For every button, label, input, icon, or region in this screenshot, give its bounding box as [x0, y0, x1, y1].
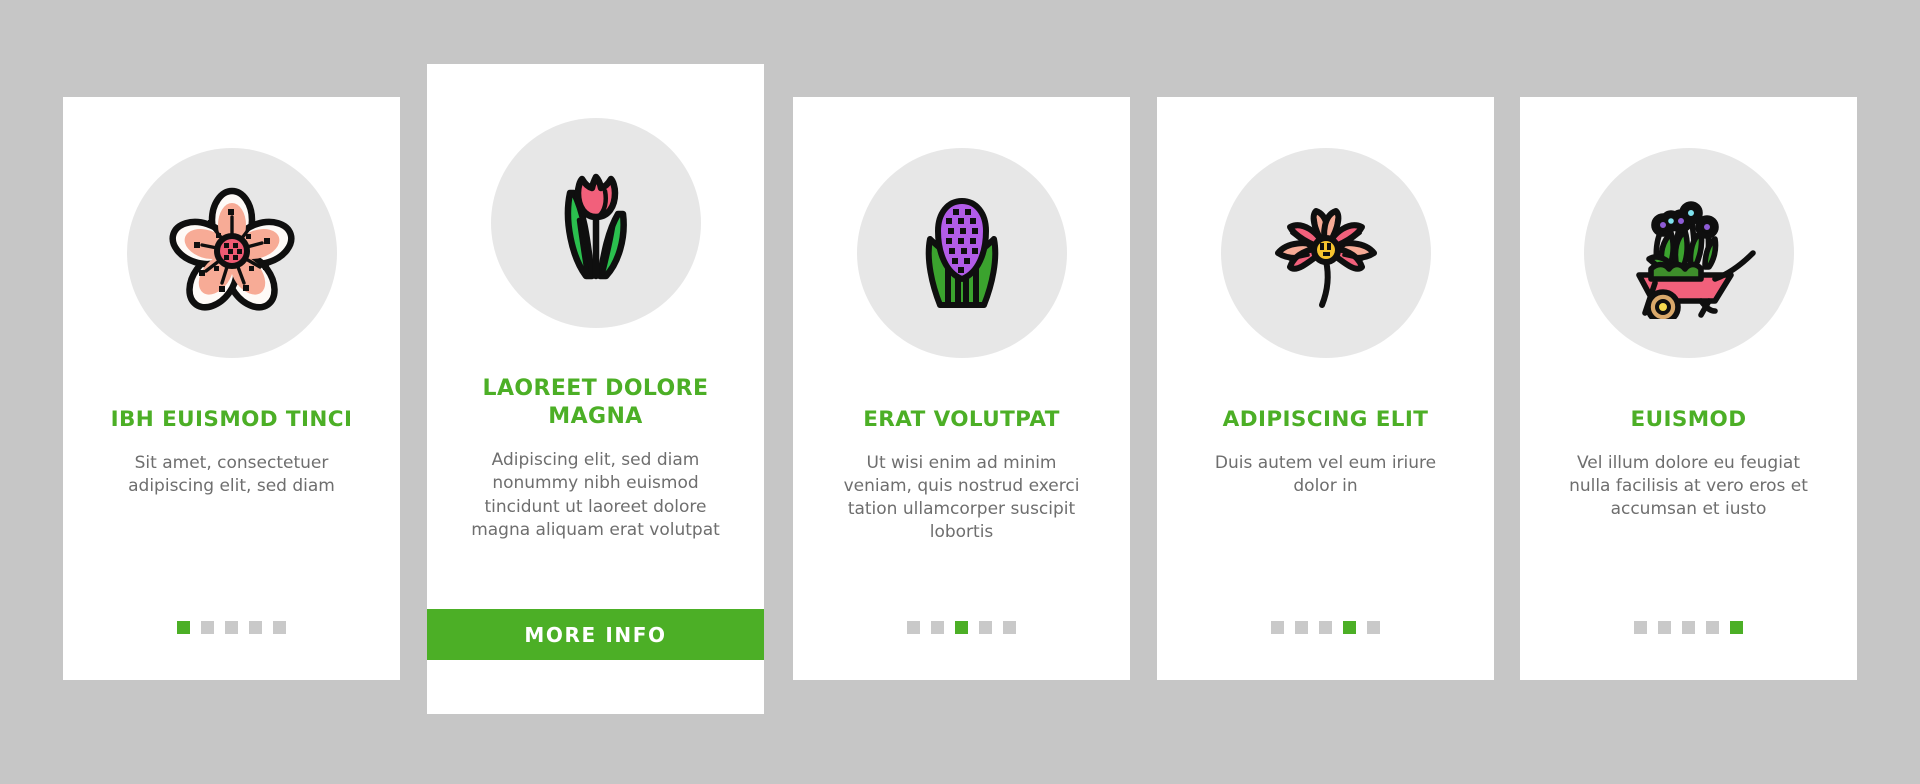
- icon-circle-2: [490, 118, 701, 328]
- card-title: EUISMOD: [1630, 407, 1747, 432]
- pagination-dot[interactable]: [979, 621, 992, 634]
- pagination-dot[interactable]: [249, 621, 262, 634]
- pagination-dot[interactable]: [273, 621, 286, 634]
- pagination-dot[interactable]: [907, 621, 920, 634]
- pagination-dot[interactable]: [1682, 621, 1695, 634]
- card-body: Sit amet, consectetuer adipiscing elit, …: [128, 452, 335, 496]
- pagination-dot[interactable]: [1295, 621, 1308, 634]
- pagination-dot[interactable]: [931, 621, 944, 634]
- pagination-dots[interactable]: [1634, 621, 1743, 634]
- icon-circle-1: [126, 148, 337, 358]
- pagination-dot[interactable]: [1706, 621, 1719, 634]
- card-title: IBH EUISMOD TINCI: [110, 407, 353, 432]
- card-body: Adipiscing elit, sed diam nonummy nibh e…: [471, 450, 720, 540]
- pagination-dots[interactable]: [907, 621, 1016, 634]
- icon-circle-4: [1220, 148, 1431, 358]
- cherry-blossom-flower-icon: [166, 187, 298, 319]
- cosmos-flower-icon: [1260, 187, 1392, 319]
- wheelbarrow-with-flowers-icon: [1619, 187, 1759, 319]
- card-title: ERAT VOLUTPAT: [863, 407, 1060, 432]
- pagination-dot[interactable]: [177, 621, 190, 634]
- card-body: Ut wisi enim ad minim veniam, quis nostr…: [843, 452, 1080, 542]
- pagination-dot[interactable]: [225, 621, 238, 634]
- pagination-dot[interactable]: [1003, 621, 1016, 634]
- pagination-dot[interactable]: [955, 621, 968, 634]
- card-title: LAOREET DOLORE MAGNA: [482, 376, 709, 430]
- onboarding-card-2-featured[interactable]: LAOREET DOLORE MAGNA Adipiscing elit, se…: [427, 64, 764, 714]
- onboarding-card-4[interactable]: ADIPISCING ELIT Duis autem vel eum iriur…: [1157, 97, 1494, 680]
- onboarding-card-3[interactable]: ERAT VOLUTPAT Ut wisi enim ad minim veni…: [793, 97, 1130, 680]
- pagination-dot[interactable]: [1319, 621, 1332, 634]
- onboarding-screens-stage: IBH EUISMOD TINCI Sit amet, consectetuer…: [0, 0, 1920, 784]
- pagination-dots[interactable]: [1271, 621, 1380, 634]
- onboarding-card-5[interactable]: EUISMOD Vel illum dolore eu feugiat null…: [1520, 97, 1857, 680]
- onboarding-card-1[interactable]: IBH EUISMOD TINCI Sit amet, consectetuer…: [63, 97, 400, 680]
- pagination-dot[interactable]: [201, 621, 214, 634]
- card-body: Vel illum dolore eu feugiat nulla facili…: [1569, 452, 1808, 519]
- pagination-dots[interactable]: [177, 621, 286, 634]
- tulip-flower-icon: [530, 157, 662, 289]
- pagination-dot[interactable]: [1634, 621, 1647, 634]
- pagination-dot[interactable]: [1367, 621, 1380, 634]
- icon-circle-5: [1583, 148, 1794, 358]
- card-title: ADIPISCING ELIT: [1222, 407, 1429, 432]
- icon-circle-3: [856, 148, 1067, 358]
- hyacinth-flower-icon: [896, 187, 1028, 319]
- card-body: Duis autem vel eum iriure dolor in: [1214, 452, 1437, 496]
- pagination-dot[interactable]: [1730, 621, 1743, 634]
- pagination-dot[interactable]: [1271, 621, 1284, 634]
- pagination-dot[interactable]: [1658, 621, 1671, 634]
- pagination-dot[interactable]: [1343, 621, 1356, 634]
- more-info-button[interactable]: MORE INFO: [427, 609, 764, 660]
